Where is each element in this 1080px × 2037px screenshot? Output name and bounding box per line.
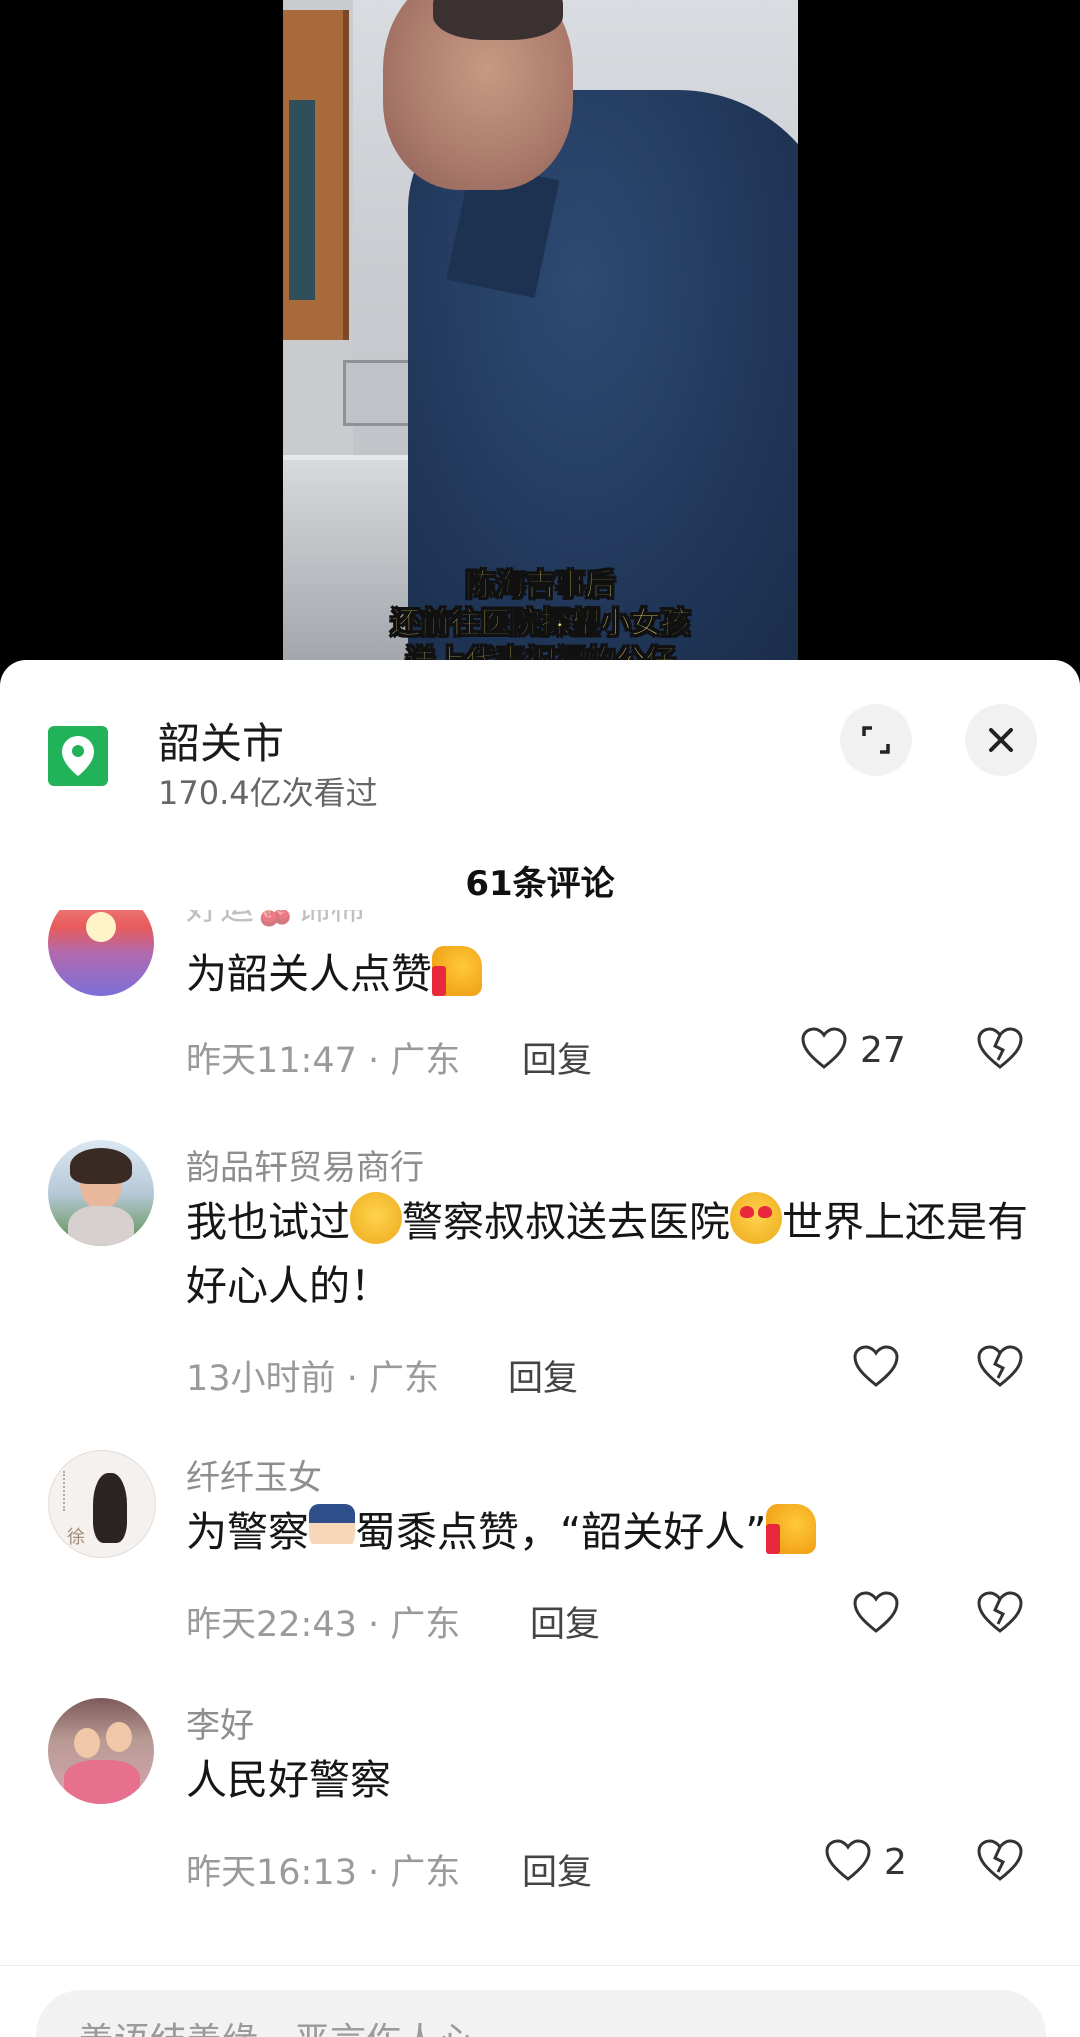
comment-username[interactable]: 好运🍒锦棉	[186, 910, 364, 929]
comment-text-part: 警察叔叔送去医院	[402, 1198, 730, 1246]
location-title[interactable]: 韶关市	[158, 710, 284, 771]
comment-list[interactable]: 好运🍒锦棉 为韶关人点赞 昨天11:47 · 广东 回复 27	[0, 910, 1080, 1940]
meta-separator: ·	[368, 1605, 380, 1645]
comment-region: 广东	[390, 1853, 461, 1893]
heart-eyes-emoji-icon	[730, 1192, 782, 1244]
comment-text-part: 我也试过	[186, 1198, 350, 1246]
avatar[interactable]: 徐	[48, 1450, 156, 1558]
dislike-button[interactable]	[976, 1590, 1024, 1634]
comment-text: 我也试过 警察叔叔送去医院 世界上还是有好心人的！	[186, 1190, 1036, 1318]
comment-text-content: 为韶关人点赞	[186, 950, 432, 998]
avatar[interactable]	[48, 910, 154, 996]
collapse-icon	[862, 726, 890, 754]
comment-item: 李好 人民好警察 昨天16:13 · 广东 回复 2	[0, 1698, 1080, 1918]
dislike-button[interactable]	[976, 1344, 1024, 1388]
comment-time: 昨天22:43	[186, 1605, 357, 1645]
broken-heart-icon	[977, 1591, 1023, 1633]
heart-icon	[853, 1591, 899, 1633]
avatar[interactable]	[48, 1698, 154, 1804]
video-door	[283, 10, 349, 340]
comment-text: 为韶关人点赞	[186, 942, 1036, 1006]
like-count: 2	[884, 1842, 907, 1883]
screen: 陈海吉事后 还前往医院探望小女孩 送上代表祝福的公仔 韶关市 170.4亿次看过	[0, 0, 1080, 2037]
close-icon	[989, 728, 1013, 752]
divider	[0, 1965, 1080, 1966]
like-button[interactable]	[852, 1590, 900, 1634]
comment-text-part: 为警察	[186, 1508, 309, 1556]
heart-icon	[801, 1027, 847, 1069]
location-view-count: 170.4亿次看过	[158, 774, 378, 812]
avatar[interactable]	[48, 1140, 154, 1246]
comment-input[interactable]: 善语结善缘，恶言伤人心	[36, 1990, 1046, 2037]
comment-region: 广东	[390, 1041, 461, 1081]
comment-item: 韵品轩贸易商行 我也试过 警察叔叔送去医院 世界上还是有好心人的！ 13小时前 · …	[0, 1140, 1080, 1410]
comment-sheet: 韶关市 170.4亿次看过 61条评论 为韶关人点赞 昨天11:47 · 广东 …	[0, 660, 1080, 2037]
location-header[interactable]: 韶关市 170.4亿次看过	[0, 660, 1080, 830]
location-pin-icon	[48, 726, 108, 786]
video-person-hair	[433, 0, 563, 40]
meta-separator: ·	[368, 1853, 380, 1893]
comment-region: 广东	[390, 1605, 461, 1645]
dislike-button[interactable]	[976, 1026, 1024, 1070]
heart-icon	[825, 1839, 871, 1881]
broken-heart-icon	[977, 1027, 1023, 1069]
reply-button[interactable]: 回复	[508, 1350, 578, 1401]
dislike-button[interactable]	[976, 1838, 1024, 1882]
comment-username[interactable]: 纤纤玉女	[186, 1450, 322, 1499]
comment-text: 人民好警察	[186, 1756, 391, 1804]
thumbs-up-emoji-icon	[432, 946, 482, 996]
like-button[interactable]	[852, 1344, 900, 1388]
broken-heart-icon	[977, 1839, 1023, 1881]
comment-username[interactable]: 韵品轩贸易商行	[186, 1140, 424, 1189]
like-button[interactable]	[824, 1838, 872, 1882]
reply-button[interactable]: 回复	[522, 1032, 592, 1083]
like-count: 27	[860, 1030, 906, 1071]
comment-meta: 13小时前 · 广东	[186, 1350, 439, 1401]
heart-icon	[853, 1345, 899, 1387]
comment-meta: 昨天11:47 · 广东	[186, 1032, 460, 1083]
comment-meta: 昨天22:43 · 广东	[186, 1596, 460, 1647]
thumbs-up-emoji-icon	[766, 1504, 817, 1554]
like-button[interactable]	[800, 1026, 848, 1070]
police-officer-emoji-icon	[309, 1504, 355, 1554]
comment-text: 为警察 蜀黍点赞，“韶关好人”	[186, 1500, 1036, 1564]
comment-time: 昨天16:13	[186, 1853, 357, 1893]
reply-button[interactable]: 回复	[530, 1596, 600, 1647]
comment-input-placeholder: 善语结善缘，恶言伤人心	[78, 2012, 474, 2037]
comment-meta: 昨天16:13 · 广东	[186, 1844, 460, 1895]
comment-time: 13小时前	[186, 1359, 336, 1399]
comment-item: 徐 纤纤玉女 为警察 蜀黍点赞，“韶关好人” 昨天22:43 · 广东 回复	[0, 1450, 1080, 1670]
close-button[interactable]	[965, 704, 1037, 776]
comment-text-part: 蜀黍点赞，“韶关好人”	[355, 1508, 767, 1556]
collapse-button[interactable]	[840, 704, 912, 776]
avatar-character: 徐	[67, 1527, 85, 1548]
comment-region: 广东	[368, 1359, 439, 1399]
video-player[interactable]: 陈海吉事后 还前往医院探望小女孩 送上代表祝福的公仔	[283, 0, 798, 680]
comment-time: 昨天11:47	[186, 1041, 357, 1081]
laughing-emoji-icon	[350, 1192, 402, 1244]
meta-separator: ·	[346, 1359, 358, 1399]
broken-heart-icon	[977, 1345, 1023, 1387]
comment-item: 好运🍒锦棉 为韶关人点赞 昨天11:47 · 广东 回复 27	[0, 910, 1080, 1100]
meta-separator: ·	[368, 1041, 380, 1081]
reply-button[interactable]: 回复	[522, 1844, 592, 1895]
comment-username[interactable]: 李好	[186, 1698, 254, 1747]
comment-count: 61条评论	[465, 864, 615, 904]
